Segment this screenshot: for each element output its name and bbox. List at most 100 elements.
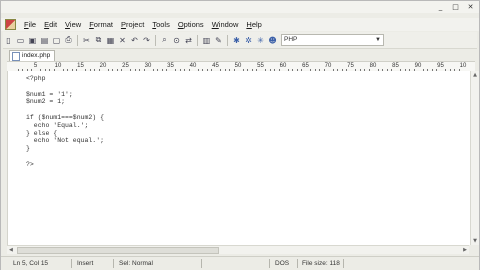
redo-icon[interactable]: ↷: [141, 35, 152, 46]
ruler-label: 5: [33, 63, 38, 69]
run-browser-icon[interactable]: ✲: [243, 35, 254, 46]
menu-label-rest: dit: [49, 20, 58, 29]
status-file-size: File size: 118: [302, 260, 340, 267]
ruler-label: 75: [347, 63, 354, 69]
ruler-label: 40: [189, 63, 197, 69]
users-icon[interactable]: ☻: [267, 35, 278, 46]
scroll-right-icon[interactable]: ▶: [463, 246, 467, 254]
chevron-down-icon: ▼: [375, 37, 381, 43]
status-divider: [113, 259, 114, 268]
ruler-label: 85: [392, 63, 399, 69]
tab-index-php[interactable]: index.php: [9, 50, 56, 61]
toolbar-separator: [155, 34, 156, 46]
php-file-icon: [12, 51, 20, 61]
tab-label: index.php: [22, 52, 51, 59]
spell-check-icon[interactable]: ✎: [213, 35, 224, 46]
code-line: echo 'Equal.';: [26, 121, 89, 129]
close-button[interactable]: ✕: [466, 3, 475, 11]
scroll-left-icon[interactable]: ◀: [9, 246, 13, 254]
ruler-label: 50: [234, 63, 242, 69]
status-bar: Ln 5, Col 15 Insert Sel: Normal DOS File…: [1, 256, 479, 270]
menu-format[interactable]: Format: [85, 20, 117, 29]
status-divider: [71, 259, 72, 268]
ruler-label: 15: [77, 63, 84, 69]
menu-file[interactable]: File: [20, 20, 40, 29]
menu-label-rest: ormat: [93, 20, 113, 29]
ruler-label: 90: [414, 63, 422, 69]
syntax-language-value: PHP: [284, 36, 298, 43]
status-selection: Sel: Normal: [119, 260, 153, 267]
menu-bar: File Edit View Format Project Tools Options Win…: [1, 18, 479, 31]
maximize-button[interactable]: □: [451, 3, 460, 11]
menu-label-rest: roject: [125, 20, 145, 29]
menu-tools[interactable]: Tools: [148, 20, 174, 29]
ruler-label: 65: [302, 63, 309, 69]
scroll-down-icon[interactable]: ▼: [472, 238, 478, 244]
status-divider: [297, 259, 298, 268]
horizontal-scroll-thumb[interactable]: [17, 247, 219, 254]
status-divider: [269, 259, 270, 268]
menu-label-rest: ools: [156, 20, 170, 29]
code-line: if ($num1===$num2) {: [26, 113, 105, 121]
ruler-label: 25: [122, 63, 129, 69]
vertical-scrollbar[interactable]: ▲ ▼: [470, 71, 479, 245]
status-position: Ln 5, Col 15: [13, 260, 49, 267]
ruler-label: 55: [257, 63, 264, 69]
ruler-label: 35: [167, 63, 174, 69]
status-divider: [201, 259, 202, 268]
menu-window[interactable]: Window: [208, 20, 243, 29]
delete-icon[interactable]: ✕: [117, 35, 128, 46]
new-file-icon[interactable]: ▯: [3, 35, 14, 46]
save-all-icon[interactable]: ▤: [39, 35, 50, 46]
menu-view[interactable]: View: [61, 20, 85, 29]
close-file-icon[interactable]: ▢: [51, 35, 62, 46]
menu-options[interactable]: Options: [174, 20, 208, 29]
code-editor[interactable]: <?php $num1 = '1'; $num2 = 1; if ($num1===$…: [7, 71, 470, 245]
replace-icon[interactable]: ⇄: [183, 35, 194, 46]
ruler-label: 20: [99, 63, 107, 69]
horizontal-scrollbar[interactable]: ◀ ▶: [7, 245, 469, 254]
app-logo-icon: [5, 19, 16, 30]
menu-project[interactable]: Project: [117, 20, 148, 29]
print-icon[interactable]: ⎙: [63, 35, 74, 46]
toolbar-separator: [77, 34, 78, 46]
toolbar-separator: [197, 34, 198, 46]
status-divider: [343, 259, 344, 268]
ruler-label: 30: [144, 63, 152, 69]
ruler-label: 60: [279, 63, 287, 69]
code-text[interactable]: <?php $num1 = '1'; $num2 = 1; if ($num1===$…: [26, 75, 104, 169]
code-line: <?php: [26, 75, 46, 82]
save-icon[interactable]: ▣: [27, 35, 38, 46]
code-line: $num1 = '1';: [26, 90, 73, 98]
syntax-language-select[interactable]: PHP ▼: [281, 34, 384, 46]
status-line-ending: DOS: [275, 260, 290, 267]
find-icon[interactable]: ⌕: [159, 35, 170, 46]
toolbar-separator: [227, 34, 228, 46]
menu-label-rest: iew: [69, 20, 82, 29]
minimize-button[interactable]: _: [436, 3, 445, 11]
scroll-up-icon[interactable]: ▲: [472, 72, 478, 78]
toolbar: ▯ ▭ ▣ ▤ ▢ ⎙ ✂ ⧉ ▦ ✕ ↶ ↷ ⌕ ⊙ ⇄ ▥ ✎ ✱ ✲ ✳ ☻ PHP ▼: [3, 32, 477, 49]
undo-icon[interactable]: ↶: [129, 35, 140, 46]
paste-icon[interactable]: ▦: [105, 35, 116, 46]
title-bar: _ □ ✕: [1, 1, 479, 13]
window-controls: _ □ ✕: [436, 3, 475, 11]
cut-icon[interactable]: ✂: [81, 35, 92, 46]
code-line: }: [26, 145, 30, 153]
project-icon[interactable]: ✳: [255, 35, 266, 46]
find-next-icon[interactable]: ⊙: [171, 35, 182, 46]
menu-label-rest: ile: [28, 20, 37, 29]
copy-icon[interactable]: ⧉: [93, 35, 104, 46]
menu-edit[interactable]: Edit: [40, 20, 61, 29]
ruler-label: 10: [54, 63, 62, 69]
menu-help[interactable]: Help: [242, 20, 265, 29]
menu-label-rest: elp: [251, 20, 262, 29]
ruler-label: 70: [324, 63, 332, 69]
run-icon[interactable]: ✱: [231, 35, 242, 46]
word-wrap-icon[interactable]: ▥: [201, 35, 212, 46]
ruler-label: 80: [369, 63, 377, 69]
open-file-icon[interactable]: ▭: [15, 35, 26, 46]
